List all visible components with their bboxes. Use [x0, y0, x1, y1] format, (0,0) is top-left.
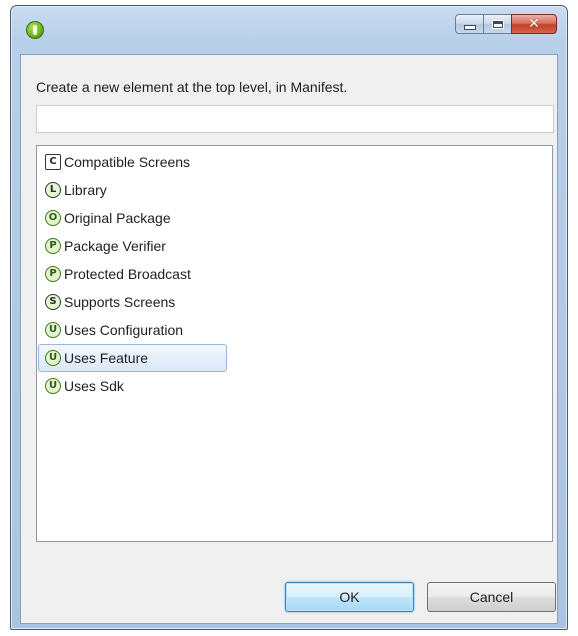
uses-sdk-icon: U [45, 378, 61, 394]
list-item-library[interactable]: L Library [38, 176, 218, 204]
filter-input[interactable] [36, 105, 554, 133]
minimize-icon [463, 24, 476, 30]
dialog-body: Create a new element at the top level, i… [20, 54, 558, 624]
list-item-uses-configuration[interactable]: U Uses Configuration [38, 316, 218, 344]
uses-configuration-icon: U [45, 322, 61, 338]
list-item-uses-sdk[interactable]: U Uses Sdk [38, 372, 218, 400]
list-item-package-verifier[interactable]: P Package Verifier [38, 232, 218, 260]
list-item-uses-feature[interactable]: U Uses Feature [38, 344, 227, 372]
element-list[interactable]: C Compatible Screens L Library O Original Pac… [36, 145, 553, 542]
title-bar[interactable]: ✕ [11, 6, 567, 54]
list-item-original-package[interactable]: O Original Package [38, 204, 218, 232]
dialog-prompt: Create a new element at the top level, i… [36, 79, 348, 95]
list-item-label: Protected Broadcast [64, 266, 191, 282]
supports-screens-icon: S [45, 294, 61, 310]
protected-broadcast-icon: P [45, 266, 61, 282]
list-item-supports-screens[interactable]: S Supports Screens [38, 288, 218, 316]
ok-button[interactable]: OK [285, 582, 414, 612]
minimize-button[interactable] [455, 14, 484, 34]
list-item-label: Package Verifier [64, 238, 166, 254]
compatible-screens-icon: C [45, 154, 61, 170]
list-item-label: Compatible Screens [64, 154, 191, 170]
list-item-protected-broadcast[interactable]: P Protected Broadcast [38, 260, 218, 288]
list-item-label: Original Package [64, 210, 171, 226]
list-item-label: Supports Screens [64, 294, 176, 310]
library-icon: L [45, 182, 61, 198]
list-item-label: Library [64, 182, 107, 198]
package-verifier-icon: P [45, 238, 61, 254]
close-icon: ✕ [528, 16, 540, 32]
list-item-compatible-screens[interactable]: C Compatible Screens [38, 148, 218, 176]
window-controls: ✕ [455, 14, 557, 36]
cancel-button[interactable]: Cancel [427, 582, 556, 612]
close-button[interactable]: ✕ [511, 14, 557, 34]
uses-feature-icon: U [45, 350, 61, 366]
list-item-label: Uses Configuration [64, 322, 184, 338]
maximize-button[interactable] [483, 14, 512, 34]
list-item-label: Uses Sdk [64, 378, 124, 394]
maximize-icon [491, 19, 504, 29]
original-package-icon: O [45, 210, 61, 226]
list-item-label: Uses Feature [64, 350, 149, 366]
create-element-dialog: ✕ Create a new element at the top level,… [10, 5, 568, 630]
android-plugin-icon [26, 21, 44, 39]
